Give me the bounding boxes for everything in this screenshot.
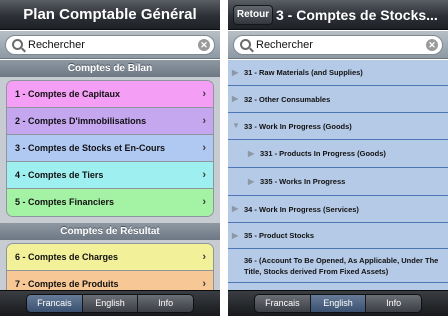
disclosure-right-icon: ▶	[232, 94, 239, 103]
item-label: 335 - Works In Progress	[260, 177, 346, 186]
row-label: 6 - Comptes de Charges	[15, 252, 119, 262]
list-item-produits[interactable]: 7 - Comptes de Produits ›	[7, 271, 213, 290]
list-item-immobilisations[interactable]: 2 - Comptes D'immobilisations ›	[7, 108, 213, 135]
row-label: 2 - Comptes D'immobilisations	[15, 116, 147, 126]
tab-bar: Francais English Info	[228, 290, 448, 316]
french-screen: Plan Comptable Général Rechercher ✕ Comp…	[0, 0, 220, 316]
chevron-right-icon: ›	[202, 115, 206, 127]
search-input[interactable]: Rechercher ✕	[5, 35, 215, 55]
tab-francais[interactable]: Francais	[27, 295, 83, 312]
row-label: 7 - Comptes de Produits	[15, 279, 119, 289]
page-title: Plan Comptable Général	[23, 6, 197, 23]
resultat-group: 6 - Comptes de Charges › 7 - Comptes de …	[6, 243, 214, 290]
list-item-capitaux[interactable]: 1 - Comptes de Capitaux ›	[7, 81, 213, 108]
row-label: 3 - Comptes de Stocks et En-Cours	[15, 143, 166, 153]
tab-bar: Francais English Info	[0, 290, 220, 316]
list-item-33[interactable]: ▼ 33 - Work In Progress (Goods)	[228, 113, 448, 140]
language-selector: Francais English Info	[26, 294, 194, 313]
screen-divider	[220, 0, 228, 316]
item-label: 34 - Work In Progress (Services)	[244, 204, 359, 214]
search-icon	[12, 39, 23, 50]
bilan-group: 1 - Comptes de Capitaux › 2 - Comptes D'…	[6, 80, 214, 217]
disclosure-right-icon: ▶	[232, 67, 239, 77]
item-label: 331 - Products In Progress (Goods)	[260, 149, 386, 158]
list-item-35[interactable]: ▶ 35 - Product Stocks	[228, 223, 448, 249]
list-item-335[interactable]: ▶ 335 - Works In Progress	[228, 168, 448, 196]
list-item-tiers[interactable]: 4 - Comptes de Tiers ›	[7, 162, 213, 189]
search-placeholder: Rechercher	[28, 39, 85, 51]
tab-francais[interactable]: Francais	[255, 295, 311, 312]
clear-icon[interactable]: ✕	[426, 39, 438, 51]
list-item-charges[interactable]: 6 - Comptes de Charges ›	[7, 244, 213, 271]
list-item-financiers[interactable]: 5 - Comptes Financiers ›	[7, 189, 213, 216]
page-title: 3 - Comptes de Stocks...	[276, 7, 438, 23]
item-label: 31 - Raw Materials (and Supplies)	[244, 68, 363, 77]
section-header-resultat: Comptes de Résultat	[0, 223, 220, 240]
item-label: 35 - Product Stocks	[244, 231, 315, 240]
tab-english[interactable]: English	[310, 295, 367, 312]
account-tree-list: ▶ 31 - Raw Materials (and Supplies) ▶ 32…	[228, 60, 448, 290]
item-label: 32 - Other Consumables	[244, 94, 331, 104]
disclosure-down-icon: ▼	[232, 121, 240, 130]
disclosure-right-icon: ▶	[248, 176, 255, 186]
list-item-34[interactable]: ▶ 34 - Work In Progress (Services)	[228, 196, 448, 223]
chevron-right-icon: ›	[202, 278, 206, 290]
item-label: 36 - (Account To Be Opened, As Applicabl…	[244, 255, 439, 276]
chevron-right-icon: ›	[202, 251, 206, 263]
nav-bar: Plan Comptable Général	[0, 0, 220, 30]
list-item-31[interactable]: ▶ 31 - Raw Materials (and Supplies)	[228, 60, 448, 86]
section-header-bilan: Comptes de Bilan	[0, 60, 220, 77]
category-list: Comptes de Bilan 1 - Comptes de Capitaux…	[0, 60, 220, 290]
item-label: 33 - Work In Progress (Goods)	[244, 121, 352, 131]
disclosure-right-icon: ▶	[232, 230, 239, 240]
tab-info[interactable]: Info	[366, 295, 421, 312]
list-item-331[interactable]: ▶ 331 - Products In Progress (Goods)	[228, 140, 448, 168]
chevron-right-icon: ›	[202, 88, 206, 100]
chevron-right-icon: ›	[202, 196, 206, 208]
search-bar: Rechercher ✕	[0, 31, 220, 59]
search-input[interactable]: Rechercher ✕	[233, 35, 443, 55]
back-button[interactable]: Retour	[233, 5, 273, 25]
tab-info[interactable]: Info	[138, 295, 193, 312]
language-selector: Francais English Info	[254, 294, 422, 313]
search-bar: Rechercher ✕	[228, 31, 448, 59]
list-item-36[interactable]: 36 - (Account To Be Opened, As Applicabl…	[228, 249, 448, 283]
list-item-32[interactable]: ▶ 32 - Other Consumables	[228, 86, 448, 113]
search-icon	[240, 39, 251, 50]
row-label: 1 - Comptes de Capitaux	[15, 89, 121, 99]
detail-screen: Retour 3 - Comptes de Stocks... Recherch…	[228, 0, 448, 316]
clear-icon[interactable]: ✕	[198, 39, 210, 51]
disclosure-right-icon: ▶	[248, 148, 255, 158]
row-label: 4 - Comptes de Tiers	[15, 170, 104, 180]
chevron-right-icon: ›	[202, 142, 206, 154]
row-label: 5 - Comptes Financiers	[15, 197, 115, 207]
list-item-stocks[interactable]: 3 - Comptes de Stocks et En-Cours ›	[7, 135, 213, 162]
nav-bar: Retour 3 - Comptes de Stocks...	[228, 0, 448, 30]
chevron-right-icon: ›	[202, 169, 206, 181]
tab-english[interactable]: English	[82, 295, 139, 312]
search-placeholder: Rechercher	[256, 39, 313, 51]
disclosure-right-icon: ▶	[232, 204, 239, 213]
